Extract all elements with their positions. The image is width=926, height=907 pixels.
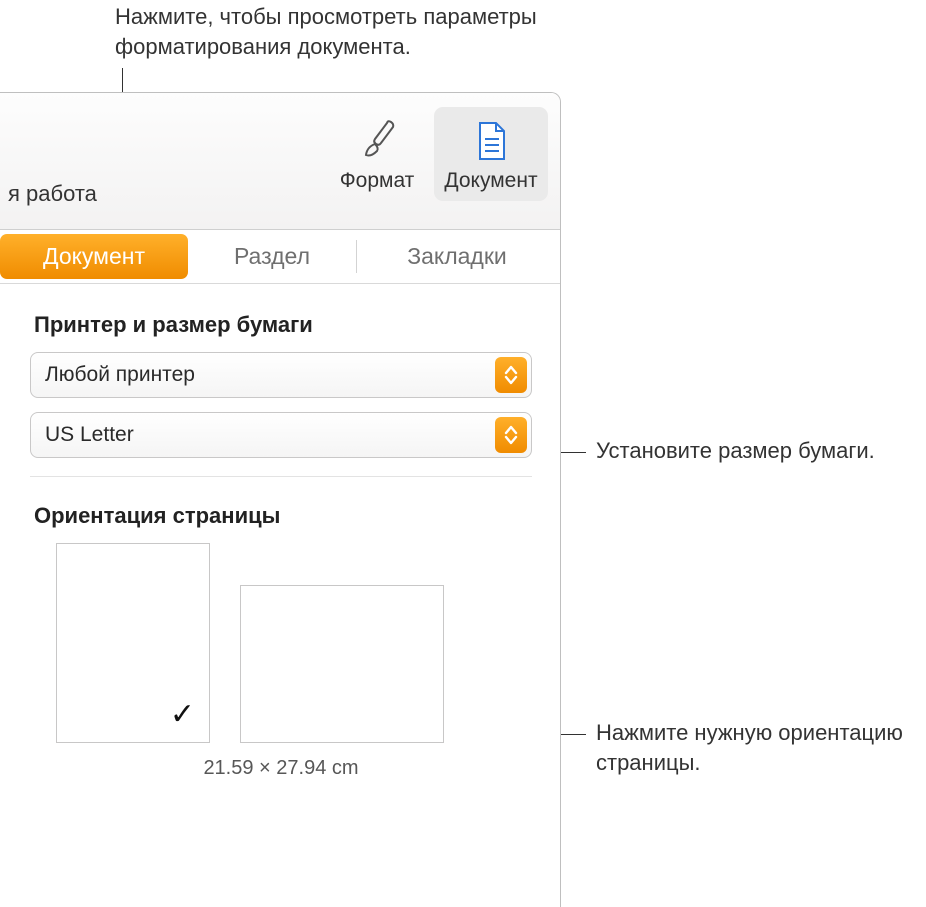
- tab-document-label: Документ: [43, 243, 145, 270]
- printer-popup-value: Любой принтер: [45, 363, 195, 387]
- orientation-section-title: Ориентация страницы: [34, 503, 532, 529]
- paper-size-popup[interactable]: US Letter: [30, 412, 532, 458]
- paper-size-popup-value: US Letter: [45, 423, 134, 447]
- format-button[interactable]: Формат: [320, 107, 434, 201]
- tab-section[interactable]: Раздел: [188, 230, 356, 283]
- updown-icon: [495, 417, 527, 453]
- callout-orientation: Нажмите нужную ориентацию страницы.: [596, 718, 926, 777]
- toolbar-left-fragment: я работа: [8, 181, 97, 207]
- document-button-label: Документ: [434, 169, 548, 201]
- updown-icon: [495, 357, 527, 393]
- toolbar: я работа Формат: [0, 93, 560, 230]
- tab-section-label: Раздел: [234, 243, 310, 270]
- document-icon: [471, 119, 511, 163]
- panel-body: Принтер и размер бумаги Любой принтер US…: [0, 284, 560, 780]
- orientation-landscape[interactable]: [240, 585, 444, 743]
- callout-paper-size: Установите размер бумаги.: [596, 436, 916, 466]
- page-dimensions: 21.59 × 27.94 cm: [30, 757, 532, 780]
- tab-document[interactable]: Документ: [0, 234, 188, 279]
- inspector-tabs: Документ Раздел Закладки: [0, 230, 560, 284]
- paintbrush-icon: [357, 119, 397, 163]
- document-button[interactable]: Документ: [434, 107, 548, 201]
- orientation-portrait[interactable]: ✓: [56, 543, 210, 743]
- checkmark-icon: ✓: [170, 697, 195, 732]
- printer-section-title: Принтер и размер бумаги: [34, 312, 532, 338]
- app-window: я работа Формат: [0, 92, 561, 907]
- printer-popup[interactable]: Любой принтер: [30, 352, 532, 398]
- section-divider: [30, 476, 532, 477]
- tab-bookmarks-label: Закладки: [407, 243, 507, 270]
- tab-bookmarks[interactable]: Закладки: [357, 230, 557, 283]
- format-button-label: Формат: [320, 169, 434, 201]
- orientation-row: ✓: [30, 543, 532, 743]
- callout-top: Нажмите, чтобы просмотреть параметры фор…: [115, 2, 635, 61]
